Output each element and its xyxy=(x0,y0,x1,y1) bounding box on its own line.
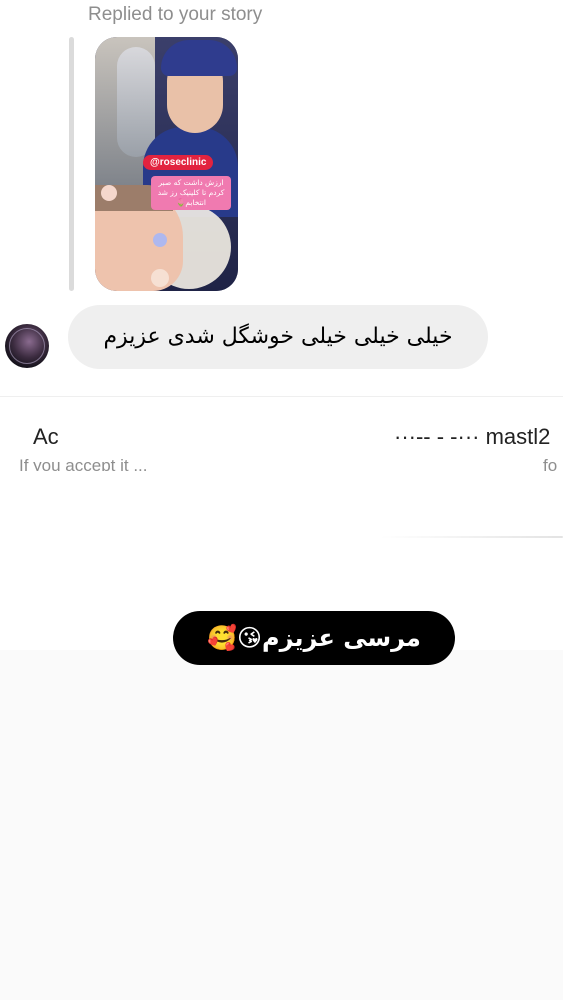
story-mirror xyxy=(117,47,155,157)
sender-avatar[interactable] xyxy=(5,324,49,368)
story-mention-sticker: @roseclinic xyxy=(143,155,214,170)
notice-card-edge xyxy=(380,536,563,538)
avatar-ring xyxy=(9,328,45,364)
notice-title-username: ···-- - -··· mastl2 xyxy=(394,424,551,449)
divider xyxy=(0,396,563,397)
reply-quote-bar xyxy=(69,37,74,291)
flower-icon xyxy=(151,269,169,287)
notice-subtitle-end: fo xyxy=(543,456,558,471)
notice-subtitle: If you accept it ... xyxy=(19,456,148,471)
notice-title: Ac xyxy=(33,424,59,449)
replied-to-story-label: Replied to your story xyxy=(88,4,263,25)
chat-background-bottom xyxy=(0,650,563,1000)
sent-message-bubble[interactable]: مرسی عزیزم😘🥰 xyxy=(173,611,455,665)
received-message-bubble[interactable]: خیلی خیلی خیلی خوشگل شدی عزیزم xyxy=(68,305,488,369)
story-person-cap xyxy=(161,40,237,76)
story-caption-text: ارزش داشت که صبر کردم تا کلینیک رز شد ان… xyxy=(151,176,231,210)
story-preview-thumbnail[interactable]: @roseclinic ارزش داشت که صبر کردم تا کلی… xyxy=(95,37,238,291)
flower-icon xyxy=(101,185,117,201)
flower-icon xyxy=(153,233,167,247)
